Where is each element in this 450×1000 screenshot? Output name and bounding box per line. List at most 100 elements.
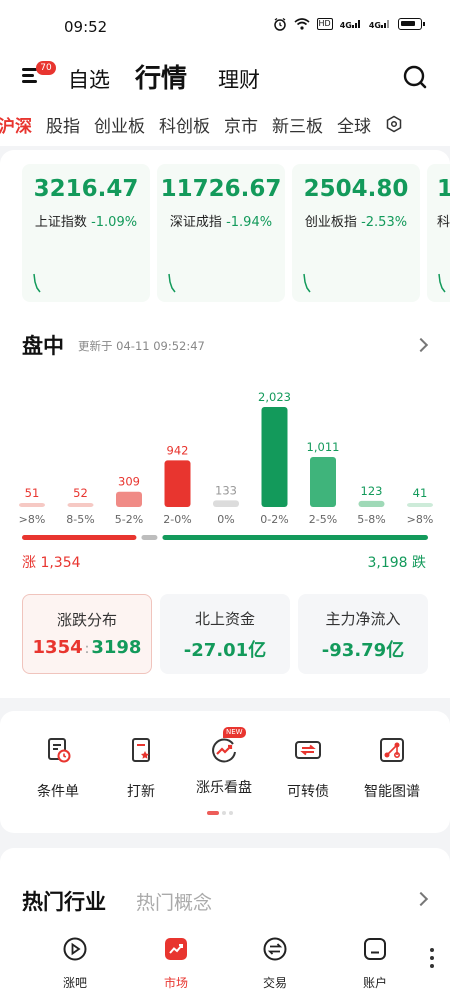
main-inflow-value: -93.79亿 — [321, 640, 405, 661]
hd-voice-icon: HD — [316, 18, 333, 30]
trade-icon — [263, 937, 287, 961]
tab-hushen[interactable]: 沪深 — [0, 112, 32, 137]
tab-neeq[interactable]: 新三板 — [272, 112, 323, 137]
bar-value-label: 41 — [413, 486, 428, 500]
tool-market-watch[interactable]: NEW 涨乐看盘 — [182, 727, 266, 797]
status-icons: HD 4G 4G — [273, 17, 425, 31]
settings-hexagon-icon[interactable] — [385, 115, 403, 133]
tab-hot-concepts[interactable]: 热门概念 — [136, 888, 212, 915]
index-value: 3216.47 — [33, 176, 139, 202]
tab-chinext[interactable]: 创业板 — [94, 112, 145, 137]
distribution-bar — [164, 460, 191, 507]
index-sparkline — [438, 273, 446, 293]
rise-fall-distribution-chart: 51 >8% 52 8-5% 309 5-2% 942 2-0% 133 0% 2,023 0-2% 1… — [19, 390, 434, 540]
market-chart-icon — [165, 938, 187, 960]
bar-value-label: 2,023 — [258, 390, 291, 404]
breadth-flat-segment — [141, 535, 158, 540]
nav-label: 交易 — [262, 976, 287, 990]
tab-hot-industries[interactable]: 热门行业 — [22, 886, 106, 916]
bar-category-label: >8% — [407, 513, 434, 526]
tool-label: 打新 — [127, 784, 155, 800]
market-watch-icon — [212, 738, 236, 763]
northbound-funds-card[interactable]: 北上资金 -27.01亿 — [160, 594, 290, 674]
tool-smart-graph[interactable]: 智能图谱 — [350, 735, 434, 801]
index-sparkline — [33, 273, 41, 293]
sub-card-title: 涨跌分布 — [56, 611, 117, 629]
nav-label: 涨吧 — [62, 976, 87, 990]
up-count-label: 涨 1,354 — [22, 555, 81, 571]
index-name: 创业板指 — [304, 215, 357, 230]
bar-value-label: 133 — [215, 483, 237, 497]
sub-card-title: 北上资金 — [194, 610, 255, 628]
index-card-shanghai[interactable]: 3216.47 上证指数 -1.09% — [22, 164, 150, 302]
distribution-bar — [407, 503, 433, 507]
breadth-down-segment — [162, 535, 428, 540]
tool-label: 可转债 — [287, 784, 329, 800]
tab-watchlist[interactable]: 自选 — [68, 64, 110, 94]
tab-market[interactable]: 行情 — [135, 58, 187, 95]
index-carousel[interactable]: 3216.47 上证指数 -1.09% 11726.67 深证成指 -1.94%… — [22, 164, 450, 304]
index-card-chinext[interactable]: 2504.80 创业板指 -2.53% — [292, 164, 420, 302]
distribution-bar — [310, 457, 336, 507]
nav-zhangba[interactable]: 涨吧 — [40, 936, 110, 991]
alarm-icon — [273, 17, 286, 31]
tool-label: 智能图谱 — [364, 784, 420, 800]
ipo-icon — [132, 738, 150, 762]
breadth-up-segment — [22, 535, 137, 540]
distribution-bar — [67, 503, 94, 507]
nav-trade[interactable]: 交易 — [240, 936, 310, 991]
status-bar: 09:52 HD 4G 4G — [0, 0, 450, 52]
search-icon[interactable] — [402, 64, 428, 90]
index-value: 1 — [437, 176, 450, 202]
more-dots-icon[interactable] — [430, 948, 434, 972]
message-badge: 70 — [36, 61, 56, 75]
condition-order-icon — [48, 738, 71, 763]
bar-category-label: 2-5% — [309, 513, 337, 526]
convertible-bond-icon — [295, 741, 321, 759]
signal-icon-1: 4G — [340, 18, 362, 30]
signal-icon-2: 4G — [369, 18, 391, 30]
app-header: 70 自选 行情 理财 — [0, 52, 450, 102]
bar-value-label: 51 — [25, 486, 40, 500]
nav-market[interactable]: 市场 — [141, 936, 211, 991]
index-card-star[interactable]: 1 科 — [427, 164, 450, 302]
tab-global[interactable]: 全球 — [337, 112, 371, 137]
tab-star[interactable]: 科创板 — [159, 112, 210, 137]
distribution-bar — [358, 500, 385, 507]
page-indicator — [207, 811, 233, 815]
index-card-shenzhen[interactable]: 11726.67 深证成指 -1.94% — [157, 164, 285, 302]
ratio-separator: : — [84, 641, 90, 657]
tool-convertible-bond[interactable]: 可转债 — [266, 735, 350, 801]
index-sparkline — [303, 273, 311, 293]
bar-category-label: 0-2% — [260, 513, 288, 526]
status-time: 09:52 — [64, 18, 108, 36]
tab-wealth[interactable]: 理财 — [218, 64, 260, 94]
tool-condition-order[interactable]: 条件单 — [16, 735, 100, 801]
northbound-value: -27.01亿 — [183, 640, 267, 661]
nav-label: 账户 — [362, 976, 387, 990]
account-icon — [364, 938, 386, 960]
bar-value-label: 309 — [118, 475, 140, 489]
nav-account[interactable]: 账户 — [340, 936, 410, 991]
tool-label: 条件单 — [37, 784, 79, 800]
tool-label: 涨乐看盘 — [196, 780, 252, 796]
new-badge: NEW — [223, 727, 246, 738]
distribution-bar — [19, 503, 45, 507]
tab-index[interactable]: 股指 — [46, 112, 80, 137]
bar-category-label: >8% — [19, 513, 46, 526]
rise-fall-distribution-card[interactable]: 涨跌分布 1354:3198 — [22, 594, 152, 674]
index-change: -2.53% — [361, 215, 408, 230]
tab-bse[interactable]: 京市 — [224, 112, 258, 137]
tool-ipo[interactable]: 打新 — [99, 735, 183, 801]
intraday-update-time: 更新于 04-11 09:52:47 — [78, 339, 205, 353]
down-count-label: 3,198 跌 — [367, 555, 426, 571]
distribution-bar — [116, 491, 142, 507]
hot-more-chevron-icon[interactable] — [413, 891, 429, 907]
index-value: 2504.80 — [303, 176, 409, 202]
bottom-nav: 涨吧 市场 交易 账户 — [0, 930, 450, 1000]
intraday-more-chevron-icon[interactable] — [413, 337, 429, 353]
distribution-bar — [261, 407, 288, 507]
main-net-inflow-card[interactable]: 主力净流入 -93.79亿 — [298, 594, 428, 674]
bar-category-label: 8-5% — [66, 513, 94, 526]
index-sparkline — [168, 273, 176, 293]
